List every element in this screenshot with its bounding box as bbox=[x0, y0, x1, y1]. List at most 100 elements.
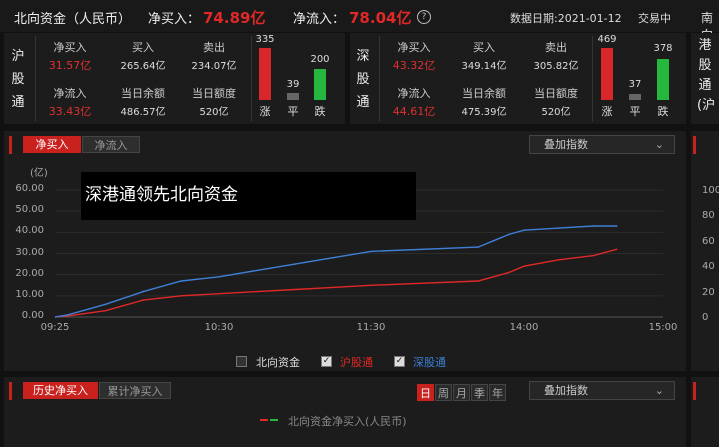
sz-flat-bar bbox=[629, 94, 641, 100]
sz-down-label: 跌 bbox=[657, 105, 669, 118]
sh-balance-value: 486.57亿 bbox=[120, 107, 166, 118]
series-point bbox=[104, 303, 107, 306]
series-point bbox=[592, 225, 595, 227]
period-day[interactable]: 日 bbox=[417, 384, 434, 401]
data-date: 数据日期:2021-01-12 bbox=[510, 12, 622, 25]
tab-history-net-buy[interactable]: 历史净买入 bbox=[23, 382, 98, 399]
sh-connect-name: 沪 股 通 bbox=[11, 49, 25, 110]
net-buy-label: 净买入： bbox=[148, 12, 201, 27]
page-title: 北向资金（人民币） bbox=[14, 12, 132, 27]
series-point bbox=[523, 265, 525, 267]
south-y-tick-label: 40 bbox=[702, 261, 715, 273]
series-point bbox=[477, 246, 479, 248]
series-point bbox=[180, 295, 182, 297]
y-tick-label: 30.00 bbox=[15, 246, 44, 258]
sz-up-count: 469 bbox=[597, 34, 617, 45]
series-point bbox=[615, 225, 618, 227]
period-quarter[interactable]: 季 bbox=[471, 384, 488, 401]
sz-quota-value: 520亿 bbox=[541, 107, 571, 118]
sh-checkbox[interactable]: ✓ bbox=[321, 356, 332, 367]
sz-up-label: 涨 bbox=[601, 105, 613, 118]
series-point bbox=[592, 254, 595, 257]
series-point bbox=[332, 256, 334, 259]
series-point bbox=[294, 263, 296, 265]
legend-sh[interactable]: 沪股通 bbox=[340, 354, 373, 370]
chevron-down-icon: ⌄ bbox=[654, 138, 664, 151]
sz-checkbox[interactable]: ✓ bbox=[394, 356, 405, 367]
sz-net-inflow-label: 净流入 bbox=[397, 87, 431, 100]
x-tick-label: 15:00 bbox=[648, 322, 678, 333]
y-tick-label: 40.00 bbox=[15, 225, 44, 237]
y-unit-label: (亿) bbox=[30, 168, 48, 179]
south-chart-panel bbox=[691, 131, 719, 371]
series-point bbox=[370, 250, 372, 253]
series-point bbox=[142, 290, 145, 293]
series-line bbox=[54, 248, 617, 318]
y-tick-label: 60.00 bbox=[15, 183, 44, 194]
sh-net-inflow-label: 净流入 bbox=[53, 87, 87, 100]
sh-net-buy-label: 净买入 bbox=[53, 41, 87, 54]
sz-buy-value: 349.14亿 bbox=[461, 61, 507, 72]
sh-net-inflow-value: 33.43亿 bbox=[48, 105, 92, 118]
south-y-tick-label: 100 bbox=[702, 185, 719, 196]
legend-sz[interactable]: 深股通 bbox=[413, 354, 446, 370]
chevron-down-icon: ⌄ bbox=[654, 384, 664, 397]
y-tick-label: 10.00 bbox=[15, 288, 44, 300]
sh-down-count: 200 bbox=[310, 54, 330, 65]
sh-up-bar bbox=[259, 48, 271, 100]
series-line bbox=[54, 225, 617, 318]
legend-north[interactable]: 北向资金 bbox=[256, 354, 300, 370]
sh-buy-label: 买入 bbox=[132, 41, 154, 54]
sh-down-label: 跌 bbox=[314, 105, 326, 118]
sz-down-count: 378 bbox=[653, 43, 673, 54]
series-point bbox=[256, 269, 258, 272]
north-checkbox[interactable] bbox=[236, 356, 247, 367]
series-point bbox=[615, 248, 618, 251]
south-y-tick-label: 0 bbox=[702, 312, 709, 323]
net-inflow-label: 净流入： bbox=[293, 12, 346, 27]
series-point bbox=[256, 290, 258, 293]
series-point bbox=[477, 280, 479, 282]
history-legend-swatch-green bbox=[270, 419, 278, 421]
sz-net-buy-value: 43.32亿 bbox=[392, 59, 436, 72]
tab-cumulative-net-buy[interactable]: 累计净买入 bbox=[99, 382, 171, 399]
x-tick-label: 09:25 bbox=[40, 322, 70, 333]
tab-net-buy[interactable]: 净买入 bbox=[23, 136, 81, 153]
tab-net-inflow[interactable]: 净流入 bbox=[82, 136, 140, 153]
hk-connect-name: 港 股 通 (沪 bbox=[697, 38, 716, 113]
sz-flat-label: 平 bbox=[629, 105, 641, 118]
sh-flat-count: 39 bbox=[286, 79, 300, 90]
series-point bbox=[332, 286, 334, 289]
sh-sell-label: 卖出 bbox=[203, 41, 225, 54]
net-inflow-value: 78.04亿 bbox=[349, 9, 412, 27]
sh-balance-label: 当日余额 bbox=[121, 87, 165, 100]
series-point bbox=[507, 233, 510, 236]
sz-net-buy-label: 净买入 bbox=[397, 41, 431, 54]
help-icon[interactable]: ? bbox=[417, 10, 431, 24]
sz-down-bar bbox=[657, 59, 669, 100]
period-year[interactable]: 年 bbox=[489, 384, 506, 401]
section-marker bbox=[9, 382, 12, 400]
history-legend-label: 北向资金净买入(人民币) bbox=[288, 415, 407, 428]
south-y-tick-label: 60 bbox=[702, 235, 715, 247]
overlay-index-dropdown[interactable]: 叠加指数 ⌄ bbox=[529, 135, 675, 154]
sh-down-bar bbox=[314, 69, 326, 100]
sh-flat-bar bbox=[287, 93, 299, 100]
sz-sell-value: 305.82亿 bbox=[533, 61, 579, 72]
sh-flat-label: 平 bbox=[287, 105, 299, 118]
period-week[interactable]: 周 bbox=[435, 384, 452, 401]
y-tick-label: 0.00 bbox=[21, 310, 44, 321]
sh-up-count: 335 bbox=[255, 34, 275, 45]
sz-sell-label: 卖出 bbox=[545, 41, 567, 54]
series-point bbox=[142, 299, 145, 301]
history-index-dropdown[interactable]: 叠加指数 ⌄ bbox=[529, 381, 675, 400]
period-month[interactable]: 月 bbox=[453, 384, 470, 401]
sh-up-label: 涨 bbox=[259, 105, 271, 118]
sh-quota-value: 520亿 bbox=[199, 107, 229, 118]
x-tick-label: 10:30 bbox=[204, 322, 234, 333]
series-point bbox=[66, 314, 69, 316]
sz-quota-label: 当日额度 bbox=[534, 87, 578, 100]
sz-connect-name: 深 股 通 bbox=[356, 49, 370, 110]
series-point bbox=[492, 275, 495, 278]
y-tick-label: 20.00 bbox=[15, 267, 44, 279]
